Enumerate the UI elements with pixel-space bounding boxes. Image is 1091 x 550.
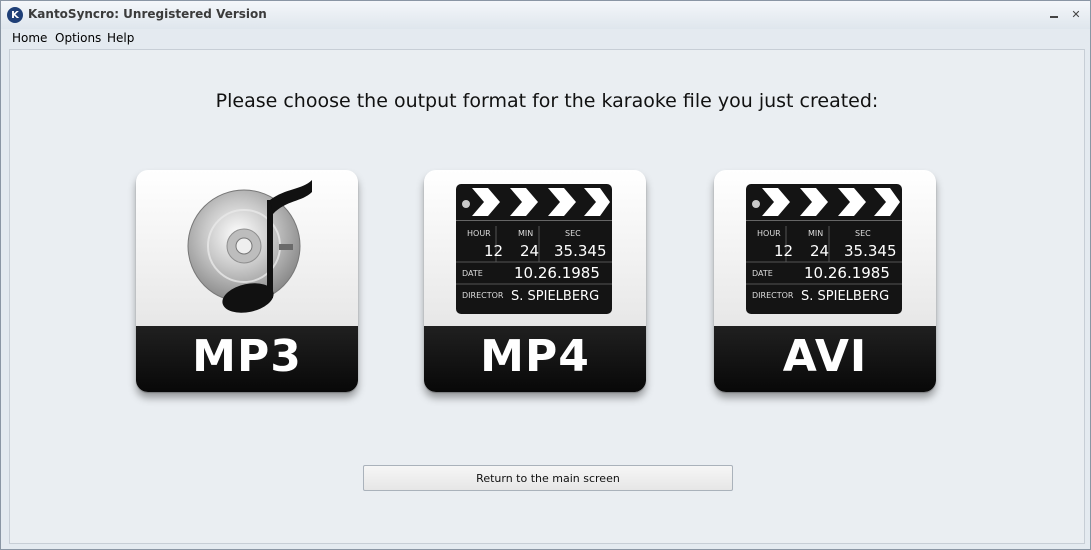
app-window: K KantoSyncro: Unregistered Version ✕ Ho… xyxy=(0,0,1091,550)
director-label: DIRECTOR xyxy=(462,291,504,300)
date-label: DATE xyxy=(752,269,773,278)
app-logo-icon: K xyxy=(7,7,23,23)
avi-format-button[interactable]: HOUR MIN SEC 12 24 35.345 DATE 10.26.198… xyxy=(714,170,936,392)
sec-label: SEC xyxy=(855,229,871,238)
director-label: DIRECTOR xyxy=(752,291,794,300)
menu-item-options[interactable]: Options xyxy=(55,31,101,45)
min-value: 24 xyxy=(810,242,829,260)
page-title: Please choose the output format for the … xyxy=(215,90,879,112)
minimize-icon xyxy=(1050,16,1058,18)
date-value: 10.26.1985 xyxy=(514,264,600,282)
window-title: KantoSyncro: Unregistered Version xyxy=(28,7,267,21)
min-label: MIN xyxy=(518,229,533,238)
director-value: S. SPIELBERG xyxy=(801,289,889,304)
menu-item-home[interactable]: Home xyxy=(12,31,47,45)
sec-label: SEC xyxy=(565,229,581,238)
minimize-button[interactable] xyxy=(1045,7,1063,21)
director-value: S. SPIELBERG xyxy=(511,289,599,304)
main-panel: Please choose the output format for the … xyxy=(9,49,1085,544)
title-bar: K KantoSyncro: Unregistered Version ✕ xyxy=(1,1,1090,29)
close-button[interactable]: ✕ xyxy=(1067,7,1085,21)
min-label: MIN xyxy=(808,229,823,238)
min-value: 24 xyxy=(520,242,539,260)
hour-label: HOUR xyxy=(467,229,491,238)
date-value: 10.26.1985 xyxy=(804,264,890,282)
music-cd-icon xyxy=(187,180,312,313)
sec-value: 35.345 xyxy=(554,242,607,260)
hour-value: 12 xyxy=(484,242,503,260)
menu-bar: Home Options Help xyxy=(1,29,1090,49)
menu-item-help[interactable]: Help xyxy=(107,31,134,45)
clapperboard-icon: HOUR MIN SEC 12 24 35.345 DATE 10.26.198… xyxy=(456,184,612,314)
format-label: AVI xyxy=(782,331,868,382)
format-label: MP4 xyxy=(480,331,590,382)
clapperboard-icon: HOUR MIN SEC 12 24 35.345 DATE 10.26.198… xyxy=(746,184,902,314)
hour-value: 12 xyxy=(774,242,793,260)
mp4-format-button[interactable]: HOUR MIN SEC 12 24 35.345 DATE 10.26.198… xyxy=(424,170,646,392)
sec-value: 35.345 xyxy=(844,242,897,260)
mp3-format-button[interactable]: MP3 xyxy=(136,170,358,392)
hour-label: HOUR xyxy=(757,229,781,238)
return-main-screen-button[interactable]: Return to the main screen xyxy=(363,465,733,491)
format-label: MP3 xyxy=(192,331,302,382)
date-label: DATE xyxy=(462,269,483,278)
